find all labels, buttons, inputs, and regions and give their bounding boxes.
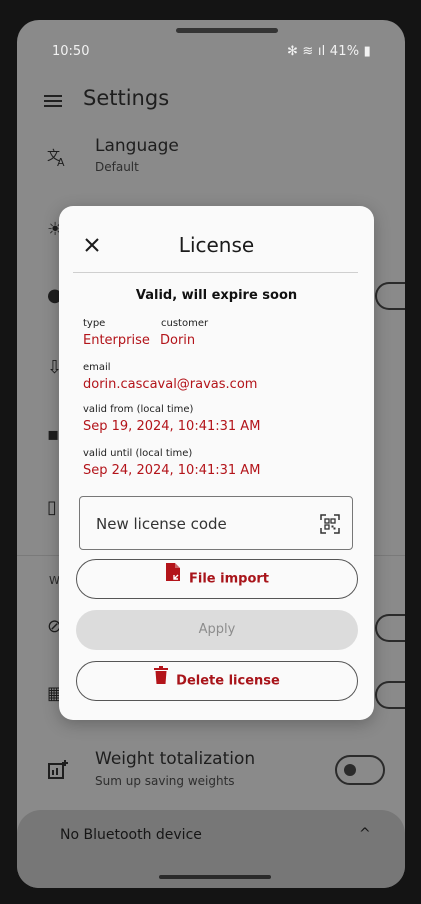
valid-from-value: Sep 19, 2024, 10:41:31 AM [83, 419, 261, 434]
file-import-label: File import [189, 571, 269, 587]
valid-until-value: Sep 24, 2024, 10:41:31 AM [83, 463, 261, 478]
status-time: 10:50 [52, 44, 90, 59]
status-bar: 10:50 ✻ ≋ ıl 41% ▮ [17, 44, 405, 66]
bluetooth-status: No Bluetooth device [60, 827, 202, 843]
delete-license-button[interactable]: Delete license [76, 661, 358, 701]
license-code-input[interactable] [94, 511, 308, 537]
translate-icon: 文A [47, 146, 69, 169]
device-frame: 10:50 ✻ ≋ ıl 41% ▮ Settings 文A Language … [0, 0, 421, 904]
type-value: Enterprise [83, 333, 150, 348]
toggle-partial-1[interactable] [375, 282, 405, 310]
top-notch [176, 28, 278, 33]
customer-label: customer [161, 318, 209, 329]
valid-from-label: valid from (local time) [83, 404, 194, 415]
language-subtitle: Default [95, 160, 139, 174]
toggle-partial-2[interactable] [375, 614, 405, 642]
weight-totalization-toggle[interactable] [335, 755, 385, 785]
delete-license-label: Delete license [176, 673, 280, 689]
license-status: Valid, will expire soon [135, 288, 298, 303]
email-label: email [83, 362, 111, 373]
toggle-partial-3[interactable] [375, 681, 405, 709]
page-title: Settings [83, 86, 170, 110]
chevron-up-icon[interactable]: ^ [359, 826, 371, 842]
language-title: Language [95, 136, 179, 156]
license-code-field[interactable] [79, 496, 353, 550]
trash-icon [154, 662, 169, 700]
status-indicators: ✻ ≋ ıl 41% ▮ [287, 44, 371, 59]
file-import-icon [165, 560, 181, 598]
valid-until-label: valid until (local time) [83, 448, 193, 459]
email-value: dorin.cascaval@ravas.com [83, 377, 258, 392]
app-bar: Settings [17, 78, 405, 122]
customer-value: Dorin [160, 333, 196, 348]
qr-scan-icon[interactable] [320, 514, 340, 534]
apply-button[interactable]: Apply [76, 610, 358, 650]
svg-text:A: A [57, 156, 65, 168]
home-indicator [159, 875, 271, 879]
weight-totalization-title: Weight totalization [95, 749, 256, 769]
settings-row-weight-totalization[interactable]: Weight totalization Sum up saving weight… [17, 747, 405, 801]
license-dialog: License Valid, will expire soon type Ent… [59, 206, 374, 720]
type-label: type [83, 318, 106, 329]
dialog-divider [73, 272, 358, 273]
weight-totalization-subtitle: Sum up saving weights [95, 774, 235, 788]
dialog-title: License [178, 233, 255, 257]
calculator-plus-icon [47, 759, 69, 781]
settings-row-language[interactable]: 文A Language Default [17, 134, 405, 186]
file-import-button[interactable]: File import [76, 559, 358, 599]
menu-icon[interactable] [44, 95, 62, 107]
